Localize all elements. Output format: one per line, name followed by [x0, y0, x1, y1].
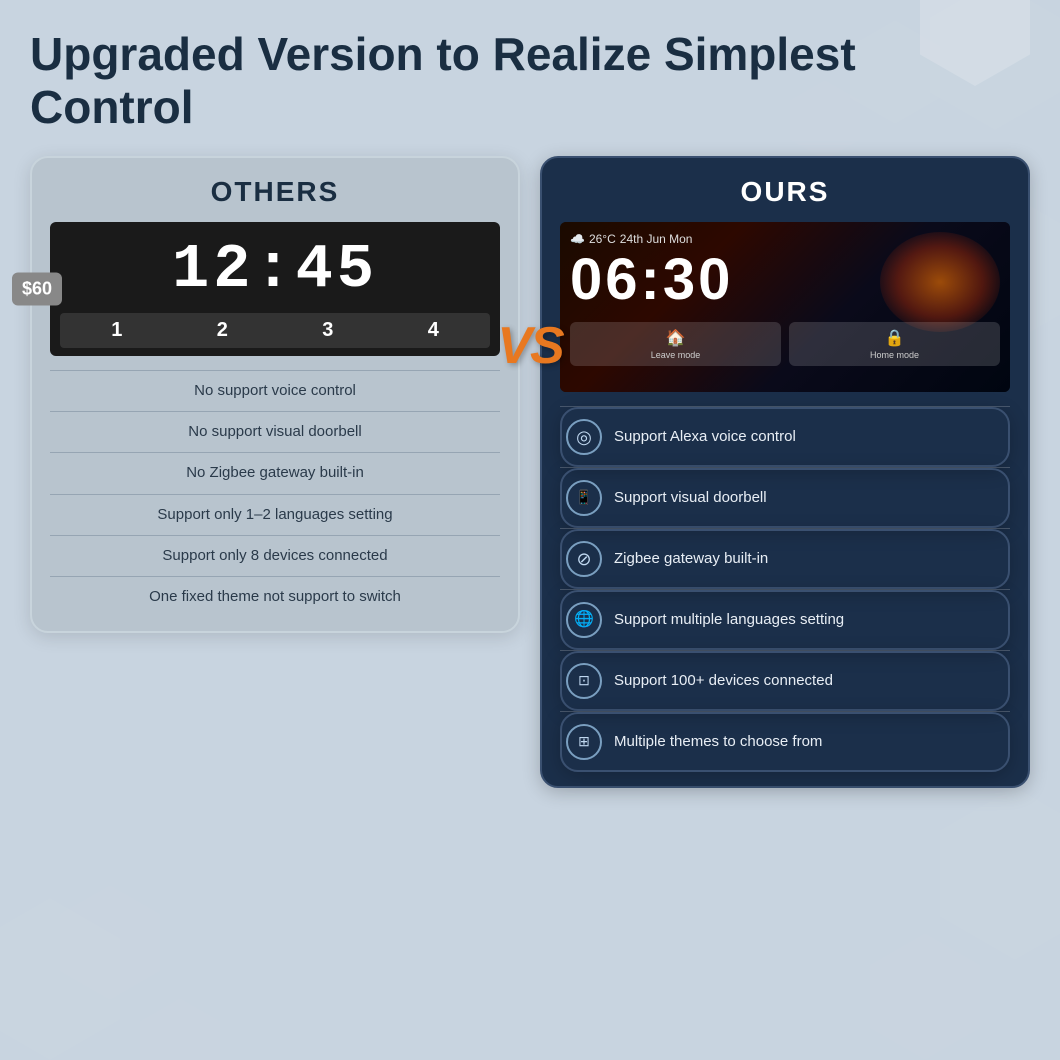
ours-feature-text-4: Support multiple languages setting	[614, 610, 1004, 630]
weather-date: 24th Jun Mon	[620, 232, 693, 246]
leave-mode-label: Leave mode	[580, 350, 771, 360]
comparison-cards: VS OTHERS $60 12:45 1 2 3 4 No support v…	[30, 156, 1030, 788]
ours-feature-1: ◎ Support Alexa voice control	[560, 407, 1010, 467]
ours-feature-text-3: Zigbee gateway built-in	[614, 549, 1004, 569]
ours-feature-6: ⊞ Multiple themes to choose from	[560, 712, 1010, 772]
alexa-icon-circle: ◎	[566, 419, 602, 455]
screen-content: ☁️ 26°C 24th Jun Mon 06:30 🏠 Leave mode …	[570, 232, 1000, 366]
others-card-title: OTHERS	[50, 176, 500, 208]
vs-badge: VS	[497, 316, 562, 376]
weather-temp: 26°C	[589, 232, 616, 246]
weather-info: ☁️ 26°C 24th Jun Mon	[570, 232, 1000, 246]
others-feature-1: No support voice control	[50, 371, 500, 411]
home-mode-label: Home mode	[799, 350, 990, 360]
others-feature-3: No Zigbee gateway built-in	[50, 453, 500, 493]
ours-feature-text-5: Support 100+ devices connected	[614, 671, 1004, 691]
others-buttons: 1 2 3 4	[60, 313, 490, 348]
language-icon-circle: 🌐	[566, 602, 602, 638]
leave-mode-btn: 🏠 Leave mode	[570, 322, 781, 366]
leave-icon: 🏠	[580, 328, 771, 348]
others-feature-6: One fixed theme not support to switch	[50, 577, 500, 617]
ours-feature-4: 🌐 Support multiple languages setting	[560, 590, 1010, 650]
others-time-display: 12:45	[60, 234, 490, 305]
ours-time-display: 06:30	[570, 248, 1000, 312]
home-mode-btn: 🔒 Home mode	[789, 322, 1000, 366]
home-icon: 🔒	[799, 328, 990, 348]
others-btn-3: 3	[308, 319, 348, 342]
themes-icon-circle: ⊞	[566, 724, 602, 760]
ours-card-title: OURS	[560, 176, 1010, 208]
others-btn-4: 4	[413, 319, 453, 342]
doorbell-icon-circle: 📱	[566, 480, 602, 516]
ours-feature-text-6: Multiple themes to choose from	[614, 732, 1004, 752]
price-tag: $60	[12, 272, 62, 305]
page-title: Upgraded Version to Realize Simplest Con…	[30, 28, 1030, 134]
ours-feature-text-1: Support Alexa voice control	[614, 427, 1004, 447]
ours-feature-3: ⊘ Zigbee gateway built-in	[560, 529, 1010, 589]
devices-icon-circle: ⊡	[566, 663, 602, 699]
ours-feature-text-2: Support visual doorbell	[614, 488, 1004, 508]
ours-feature-2: 📱 Support visual doorbell	[560, 468, 1010, 528]
ours-modes: 🏠 Leave mode 🔒 Home mode	[570, 322, 1000, 366]
others-card: OTHERS $60 12:45 1 2 3 4 No support voic…	[30, 156, 520, 634]
others-screen: $60 12:45 1 2 3 4	[50, 222, 500, 356]
ours-screen: ☁️ 26°C 24th Jun Mon 06:30 🏠 Leave mode …	[560, 222, 1010, 392]
others-btn-1: 1	[97, 319, 137, 342]
zigbee-icon-circle: ⊘	[566, 541, 602, 577]
others-feature-4: Support only 1–2 languages setting	[50, 495, 500, 535]
others-feature-5: Support only 8 devices connected	[50, 536, 500, 576]
weather-icon: ☁️	[570, 232, 585, 246]
page-wrapper: Upgraded Version to Realize Simplest Con…	[0, 0, 1060, 808]
ours-feature-5: ⊡ Support 100+ devices connected	[560, 651, 1010, 711]
others-feature-2: No support visual doorbell	[50, 412, 500, 452]
others-btn-2: 2	[202, 319, 242, 342]
ours-card: OURS ☁️ 26°C 24th Jun Mon 06:30 🏠 Lea	[540, 156, 1030, 788]
